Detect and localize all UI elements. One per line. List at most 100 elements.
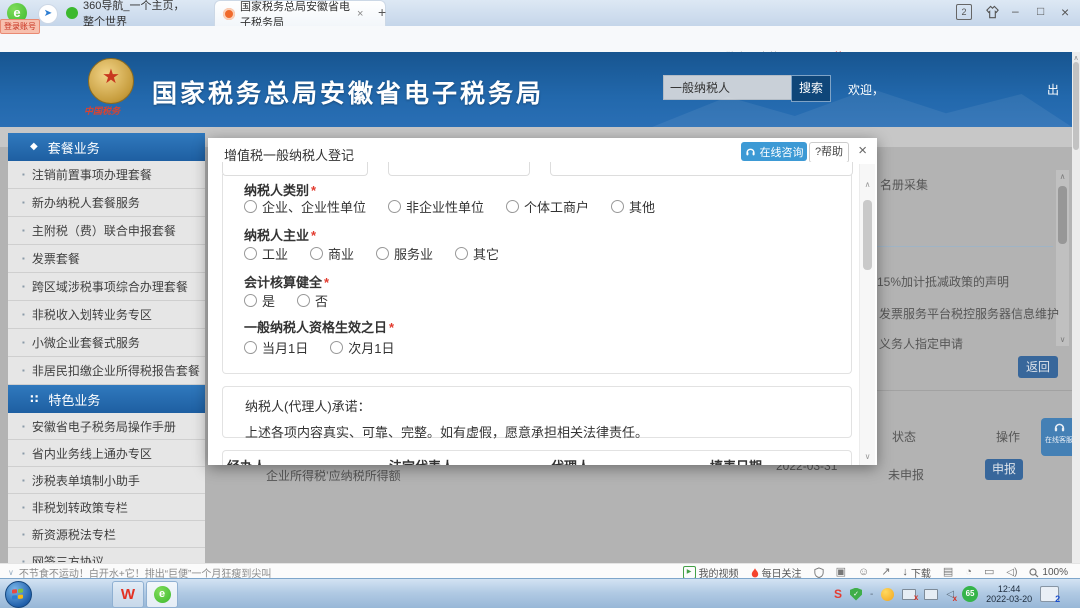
- sidebar-item[interactable]: ▪注销前置事项办理套餐: [8, 161, 205, 189]
- tab1-label: 360导航_一个主页，整个世界: [83, 0, 195, 29]
- radio-icon[interactable]: [244, 294, 257, 307]
- tray-expand-icon[interactable]: -: [870, 589, 873, 600]
- page-scroll-thumb[interactable]: [1073, 62, 1079, 150]
- sidebar-item[interactable]: ▪非居民扣缴企业所得税报告套餐: [8, 357, 205, 385]
- site-search-button[interactable]: 搜索: [791, 75, 831, 102]
- tray-network-icon[interactable]: x: [902, 589, 916, 600]
- login-account-tag[interactable]: 登录账号: [0, 19, 40, 34]
- sidebar-item[interactable]: ▪跨区域涉税事项综合办理套餐: [8, 273, 205, 301]
- radio-option[interactable]: 服务业: [376, 244, 433, 263]
- online-service-widget[interactable]: 在线客服: [1041, 418, 1072, 456]
- modal-close-icon[interactable]: ×: [858, 142, 867, 159]
- bg-policy-text[interactable]: 15%加计抵减政策的声明: [877, 273, 1009, 290]
- status-column-header: 状态: [892, 428, 916, 445]
- sidebar-item[interactable]: ▪涉税表单填制小助手: [8, 467, 205, 494]
- tab-count-badge[interactable]: 2: [956, 4, 972, 20]
- tab-close-icon[interactable]: ×: [357, 8, 363, 20]
- online-consult-button[interactable]: 在线咨询: [741, 142, 807, 161]
- site-search-input[interactable]: [663, 75, 795, 100]
- radio-icon[interactable]: [244, 341, 257, 354]
- shield-icon[interactable]: [814, 567, 824, 578]
- bg-scroll-thumb[interactable]: [1058, 186, 1067, 244]
- radio-icon[interactable]: [310, 247, 323, 260]
- declare-button[interactable]: 申报: [985, 459, 1023, 480]
- window-maximize-icon[interactable]: □: [1037, 4, 1044, 18]
- taskbar-wps-icon[interactable]: W: [112, 581, 144, 608]
- scroll-up-icon[interactable]: ∧: [1056, 172, 1069, 181]
- bg-applicant-text[interactable]: 义务人指定申请: [879, 335, 963, 352]
- screenshot-icon[interactable]: ▣: [836, 567, 846, 578]
- speed-icon[interactable]: ◔: [965, 567, 972, 578]
- modal-scroll-thumb[interactable]: [863, 200, 872, 270]
- taskbar-360-browser-icon[interactable]: e: [146, 581, 178, 608]
- sidebar-item[interactable]: ▪主附税（费）联合申报套餐: [8, 217, 205, 245]
- logout-link-partial[interactable]: 出: [1047, 81, 1059, 98]
- ad-chevron-icon[interactable]: ∨: [8, 569, 14, 577]
- tab1-favicon: [66, 7, 78, 19]
- taskbar-clock[interactable]: 12:442022-03-20: [986, 584, 1032, 604]
- radio-option[interactable]: 工业: [244, 244, 288, 263]
- zoom-control[interactable]: 100%: [1029, 567, 1068, 578]
- radio-option[interactable]: 其他: [611, 197, 655, 216]
- bg-invoice-text[interactable]: 发票服务平台税控服务器信息维护: [879, 305, 1059, 322]
- radio-option[interactable]: 当月1日: [244, 338, 308, 357]
- tray-security-icon[interactable]: ✓: [850, 588, 862, 601]
- mood-icon[interactable]: ☺: [858, 567, 869, 578]
- skin-shirt-icon[interactable]: [985, 5, 1000, 19]
- scroll-down-icon[interactable]: ∨: [1056, 335, 1069, 344]
- speaker-icon[interactable]: ◁): [1006, 568, 1017, 578]
- tray-sogou-icon[interactable]: S: [834, 587, 842, 601]
- sidebar-item[interactable]: ▪网签三方协议: [8, 548, 205, 563]
- radio-icon[interactable]: [330, 341, 343, 354]
- page-scrollbar[interactable]: ∧: [1072, 52, 1080, 563]
- return-button[interactable]: 返回: [1018, 356, 1058, 378]
- sidebar-item[interactable]: ▪新办纳税人套餐服务: [8, 189, 205, 217]
- scroll-up-icon[interactable]: ∧: [860, 180, 875, 189]
- diamond-icon: ◆: [30, 142, 38, 152]
- radio-icon[interactable]: [244, 247, 257, 260]
- booster-icon[interactable]: ↗: [881, 567, 890, 578]
- navigation-icon[interactable]: ➤: [38, 4, 58, 24]
- notification-windows-icon[interactable]: 2: [1040, 586, 1059, 602]
- radio-icon[interactable]: [611, 200, 624, 213]
- radio-option[interactable]: 其它: [455, 244, 499, 263]
- tray-360-icon[interactable]: [881, 588, 894, 601]
- radio-option[interactable]: 个体工商户: [506, 197, 589, 216]
- sidebar-item[interactable]: ▪小微企业套餐式服务: [8, 329, 205, 357]
- sidebar-item[interactable]: ▪安徽省电子税务局操作手册: [8, 413, 205, 440]
- radio-option[interactable]: 商业: [310, 244, 354, 263]
- start-button[interactable]: [5, 581, 32, 608]
- radio-option[interactable]: 否: [297, 291, 328, 310]
- help-button[interactable]: ?帮助: [809, 142, 849, 163]
- new-tab-button[interactable]: +: [378, 4, 386, 20]
- radio-icon[interactable]: [244, 200, 257, 213]
- sidebar-item[interactable]: ▪非税划转政策专栏: [8, 494, 205, 521]
- sidebar-item[interactable]: ▪非税收入划转业务专区: [8, 301, 205, 329]
- tray-battery-icon[interactable]: 65: [962, 586, 978, 602]
- window-mode-icon[interactable]: ▭: [984, 567, 994, 578]
- radio-option[interactable]: 次月1日: [330, 338, 394, 357]
- sidebar-item[interactable]: ▪发票套餐: [8, 245, 205, 273]
- window-close-icon[interactable]: ×: [1061, 4, 1069, 20]
- window-minimize-icon[interactable]: –: [1012, 4, 1019, 18]
- save-box-icon[interactable]: ▤: [943, 567, 953, 578]
- tab-tax-site[interactable]: 国家税务总局安徽省电子税务局 ×: [214, 0, 386, 27]
- tab-360-nav[interactable]: 360导航_一个主页，整个世界: [58, 0, 228, 26]
- radio-icon[interactable]: [506, 200, 519, 213]
- scroll-up-icon[interactable]: ∧: [1072, 54, 1080, 62]
- radio-icon[interactable]: [388, 200, 401, 213]
- sidebar-section-special[interactable]: ∷ 特色业务: [8, 385, 205, 413]
- radio-icon[interactable]: [376, 247, 389, 260]
- sidebar-item[interactable]: ▪新资源税法专栏: [8, 521, 205, 548]
- modal-scrollbar[interactable]: ∧ ∨: [859, 164, 875, 465]
- sidebar-item[interactable]: ▪省内业务线上通办专区: [8, 440, 205, 467]
- radio-option[interactable]: 企业、企业性单位: [244, 197, 366, 216]
- radio-icon[interactable]: [455, 247, 468, 260]
- sidebar-section-packages[interactable]: ◆ 套餐业务: [8, 133, 205, 161]
- tray-display-icon[interactable]: [924, 589, 938, 600]
- radio-option[interactable]: 是: [244, 291, 275, 310]
- radio-icon[interactable]: [297, 294, 310, 307]
- tray-volume-icon[interactable]: ◁x: [946, 589, 954, 600]
- scroll-down-icon[interactable]: ∨: [860, 452, 875, 461]
- radio-option[interactable]: 非企业性单位: [388, 197, 484, 216]
